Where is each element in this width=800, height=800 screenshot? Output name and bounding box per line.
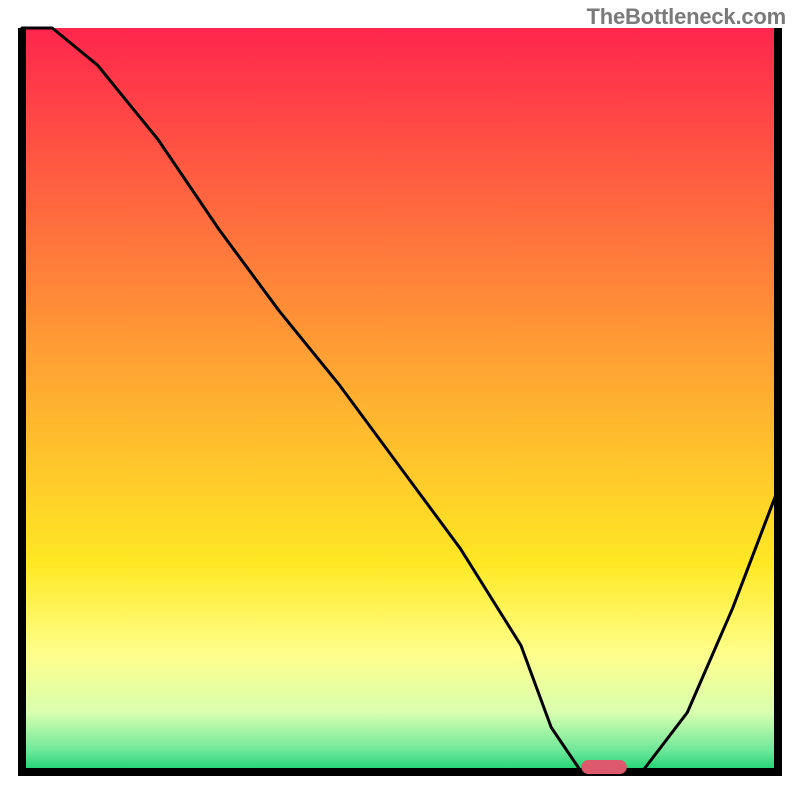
- bottleneck-chart: [0, 0, 800, 800]
- plot-gradient-area: [22, 28, 778, 772]
- optimal-marker: [581, 760, 626, 774]
